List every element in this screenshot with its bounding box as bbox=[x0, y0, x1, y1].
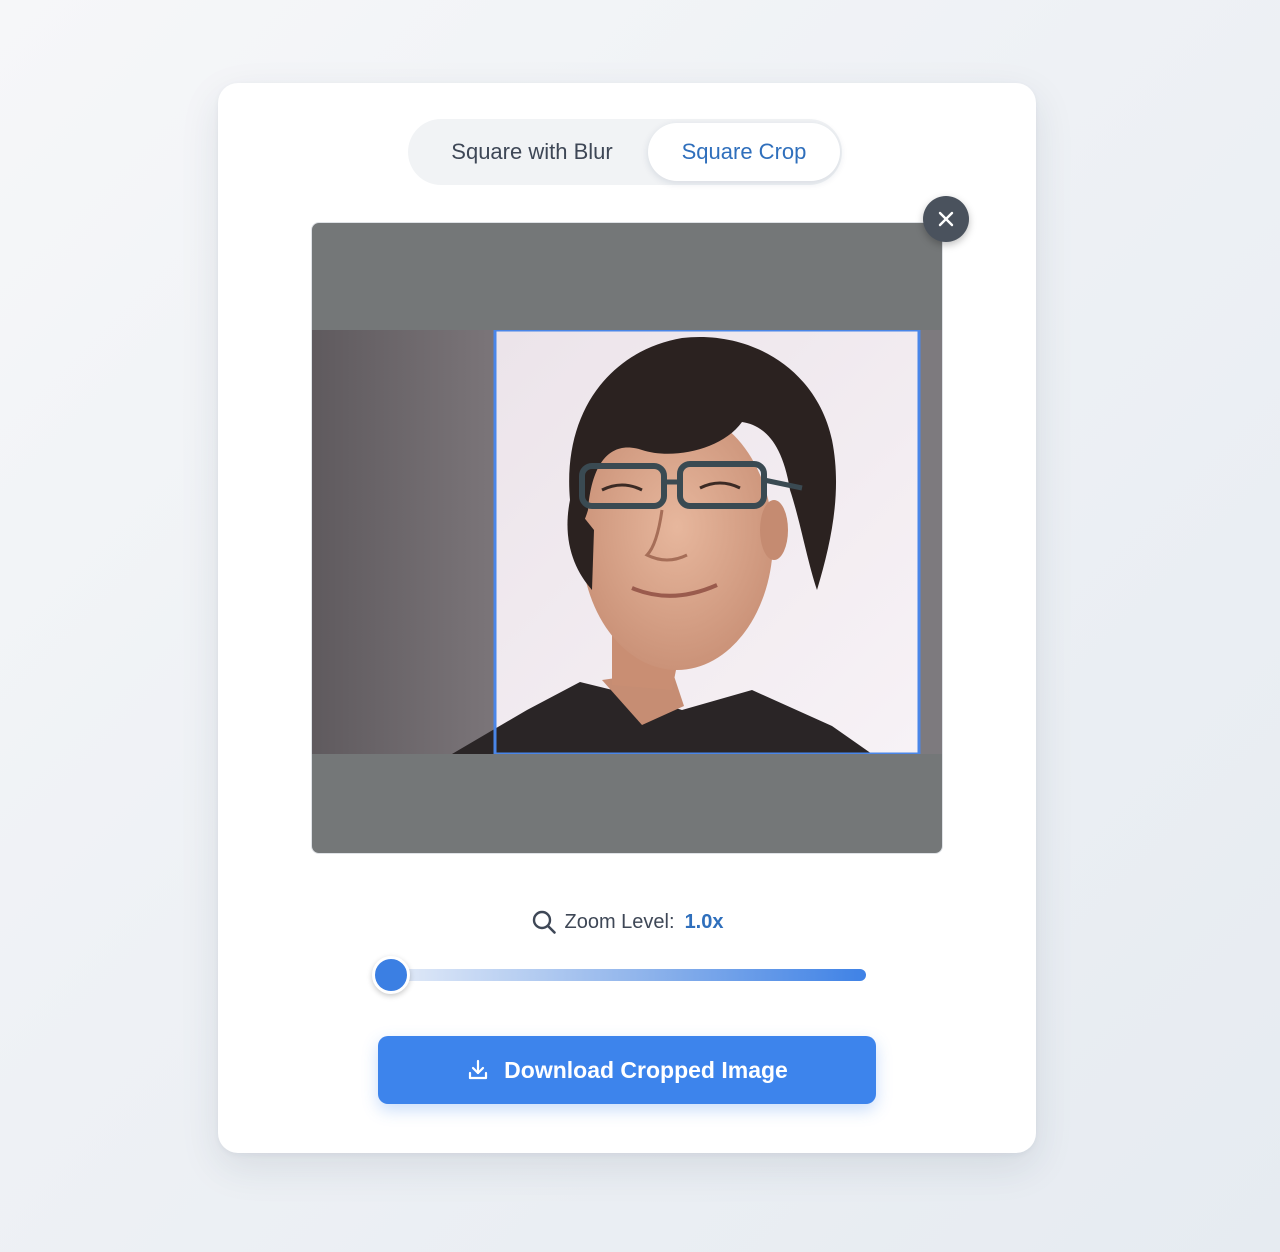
zoom-value: 1.0x bbox=[684, 910, 724, 933]
crop-stage bbox=[311, 222, 943, 854]
tab-square-with-blur[interactable]: Square with Blur bbox=[416, 123, 648, 181]
zoom-label: Zoom Level: bbox=[564, 910, 675, 933]
download-icon bbox=[466, 1058, 490, 1082]
search-icon bbox=[532, 910, 556, 934]
mode-toggle: Square with Blur Square Crop bbox=[408, 119, 842, 185]
zoom-slider[interactable] bbox=[372, 956, 866, 994]
download-cropped-image-button[interactable]: Download Cropped Image bbox=[378, 1036, 876, 1104]
close-icon bbox=[938, 211, 954, 227]
zoom-slider-thumb[interactable] bbox=[372, 956, 410, 994]
source-photo bbox=[312, 330, 942, 754]
zoom-control-header: Zoom Level: 1.0x bbox=[218, 909, 1036, 935]
close-button[interactable] bbox=[923, 196, 969, 242]
download-button-label: Download Cropped Image bbox=[504, 1056, 788, 1083]
tab-square-crop[interactable]: Square Crop bbox=[648, 123, 840, 181]
crop-dialog: Square with Blur Square Crop Zoom Level:… bbox=[218, 83, 1036, 1153]
